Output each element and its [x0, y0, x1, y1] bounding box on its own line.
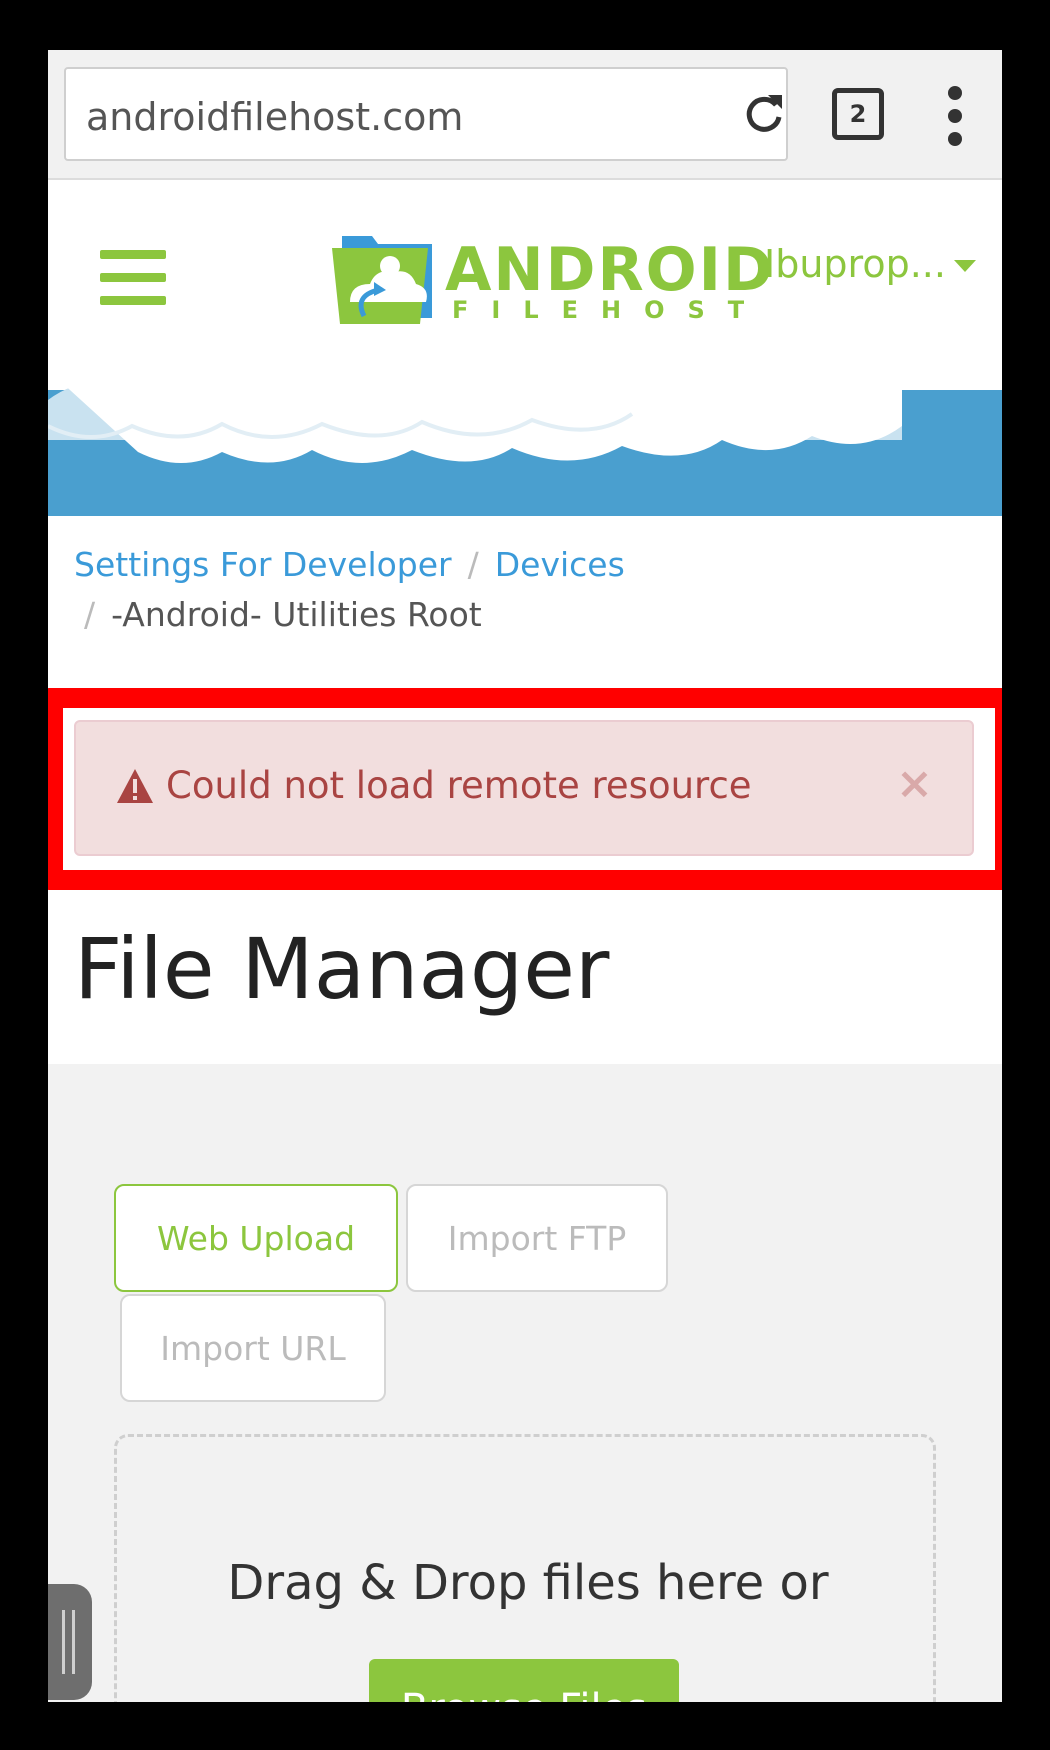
- reload-icon[interactable]: [742, 91, 786, 135]
- logo-folder-icon: [332, 236, 432, 324]
- breadcrumb-link-devices[interactable]: Devices: [495, 545, 625, 584]
- caret-down-icon[interactable]: [954, 260, 976, 272]
- close-icon[interactable]: ×: [896, 758, 933, 809]
- site-logo[interactable]: ANDROID FILEHOST: [328, 230, 773, 326]
- tab-import-ftp[interactable]: Import FTP: [406, 1184, 668, 1292]
- alert-message: Could not load remote resource: [166, 764, 752, 807]
- tab-switcher-button[interactable]: 2: [832, 88, 884, 140]
- warning-icon: [117, 769, 153, 803]
- breadcrumb-separator: /: [84, 595, 96, 634]
- browser-toolbar: androidfilehost.com 2: [48, 50, 1002, 180]
- error-alert: Could not load remote resource ×: [74, 720, 974, 856]
- user-menu[interactable]: Ibuprop...: [764, 242, 946, 286]
- tab-count: 2: [849, 100, 867, 128]
- site-header: ANDROID FILEHOST Ibuprop...: [48, 180, 1002, 516]
- side-drawer-handle[interactable]: [48, 1584, 92, 1700]
- hamburger-menu-icon[interactable]: [100, 250, 166, 306]
- breadcrumb: Settings For Developer / Devices / -Android…: [74, 540, 974, 640]
- phone-screen: androidfilehost.com 2 ANDROID FILEHOST I…: [48, 50, 1002, 1702]
- address-bar[interactable]: androidfilehost.com: [64, 67, 788, 161]
- tab-import-url[interactable]: Import URL: [120, 1294, 386, 1402]
- logo-subtitle: FILEHOST: [452, 296, 768, 324]
- page-title: File Manager: [74, 920, 610, 1018]
- breadcrumb-link-settings[interactable]: Settings For Developer: [74, 545, 452, 584]
- logo-wordmark: ANDROID: [445, 235, 775, 305]
- tab-web-upload[interactable]: Web Upload: [114, 1184, 398, 1292]
- address-bar-url: androidfilehost.com: [86, 95, 464, 139]
- breadcrumb-current: -Android- Utilities Root: [111, 595, 482, 634]
- upload-panel: Web Upload Import FTP Import URL Drag & …: [48, 1064, 1002, 1702]
- browse-files-button[interactable]: Browse Files: [369, 1659, 679, 1702]
- drop-zone[interactable]: Drag & Drop files here or Browse Files: [114, 1434, 936, 1702]
- drop-zone-text: Drag & Drop files here or: [227, 1555, 829, 1611]
- breadcrumb-separator: /: [467, 545, 479, 584]
- clouds-banner: [48, 330, 1002, 516]
- overflow-menu-icon[interactable]: [948, 86, 964, 146]
